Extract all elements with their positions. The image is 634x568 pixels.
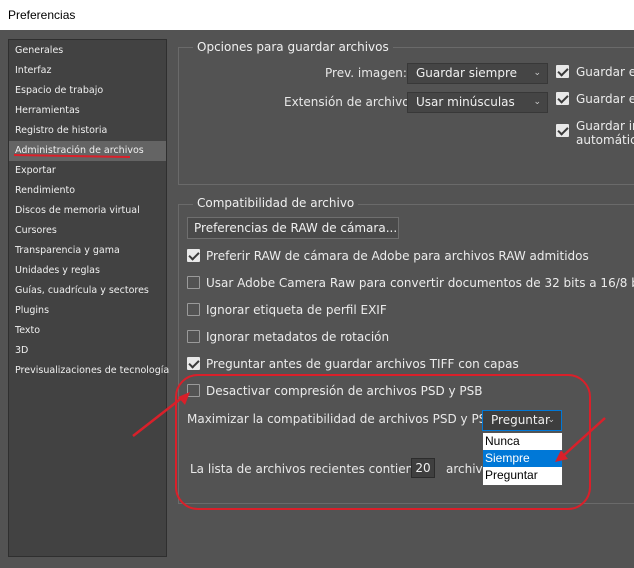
window-title: Preferencias [8, 8, 76, 22]
sidebar-item-espacio-de-trabajo[interactable]: Espacio de trabajo [9, 81, 166, 101]
ignore-exif-checkbox[interactable] [187, 303, 200, 316]
maximize-compat-select[interactable]: Preguntar ⌄ [482, 410, 562, 431]
dropdown-option-siempre[interactable]: Siempre [483, 450, 562, 467]
sidebar-item-plugins[interactable]: Plugins [9, 301, 166, 321]
file-extension-label: Extensión de archivo: [284, 95, 414, 109]
sidebar-item-rendimiento[interactable]: Rendimiento [9, 181, 166, 201]
ask-tiff-layers-label: Preguntar antes de guardar archivos TIFF… [206, 357, 519, 371]
sidebar-item-interfaz[interactable]: Interfaz [9, 61, 166, 81]
prefer-adobe-raw-label: Preferir RAW de cámara de Adobe para arc… [206, 249, 589, 263]
maximize-compat-label: Maximizar la compatibilidad de archivos … [187, 412, 499, 426]
sidebar-item-3d[interactable]: 3D [9, 341, 166, 361]
save-right-checkbox-3-label-line2: automática [576, 133, 634, 147]
sidebar-item-registro-de-historia[interactable]: Registro de historia [9, 121, 166, 141]
disable-psd-compression-label: Desactivar compresión de archivos PSD y … [206, 384, 483, 398]
sidebar: Generales Interfaz Espacio de trabajo He… [8, 39, 169, 557]
preview-image-value: Guardar siempre [416, 66, 518, 80]
file-extension-value: Usar minúsculas [416, 95, 515, 109]
sidebar-item-previsualizaciones[interactable]: Previsualizaciones de tecnología [9, 361, 169, 381]
save-right-checkbox-1[interactable] [556, 65, 569, 78]
chevron-down-icon: ⌄ [533, 68, 541, 78]
ask-tiff-layers-checkbox[interactable] [187, 357, 200, 370]
sidebar-item-transparencia-y-gama[interactable]: Transparencia y gama [9, 241, 166, 261]
sidebar-item-generales[interactable]: Generales [9, 41, 166, 61]
preview-image-label: Prev. imagen: [325, 66, 407, 80]
save-right-checkbox-1-label: Guardar en [576, 65, 634, 79]
title-bar: Preferencias [0, 0, 634, 30]
save-right-checkbox-3-label-line1: Guardar in [576, 119, 634, 133]
sidebar-item-cursores[interactable]: Cursores [9, 221, 166, 241]
sidebar-item-texto[interactable]: Texto [9, 321, 166, 341]
save-right-checkbox-2-label: Guardar en [576, 92, 634, 106]
file-extension-select[interactable]: Usar minúsculas ⌄ [407, 92, 548, 113]
recent-files-count-input[interactable]: 20 [411, 458, 435, 478]
sidebar-item-exportar[interactable]: Exportar [9, 161, 166, 181]
dropdown-option-nunca[interactable]: Nunca [483, 433, 562, 450]
chevron-down-icon: ⌄ [533, 97, 541, 107]
recent-files-suffix: archiv [446, 462, 483, 476]
use-camera-raw-32bit-label: Usar Adobe Camera Raw para convertir doc… [206, 276, 634, 290]
recent-files-label: La lista de archivos recientes contiene: [190, 462, 425, 476]
save-right-checkbox-2[interactable] [556, 92, 569, 105]
sidebar-item-discos-de-memoria-virtual[interactable]: Discos de memoria virtual [9, 201, 166, 221]
sidebar-item-administracion-de-archivos[interactable]: Administración de archivos [9, 141, 166, 161]
save-options-legend: Opciones para guardar archivos [193, 40, 393, 54]
disable-psd-compression-checkbox[interactable] [187, 384, 200, 397]
sidebar-item-unidades-y-reglas[interactable]: Unidades y reglas [9, 261, 166, 281]
maximize-compat-dropdown-list: Nunca Siempre Preguntar [482, 432, 563, 486]
prefer-adobe-raw-checkbox[interactable] [187, 249, 200, 262]
preview-image-select[interactable]: Guardar siempre ⌄ [407, 63, 548, 84]
camera-raw-preferences-button[interactable]: Preferencias de RAW de cámara... [187, 217, 399, 239]
ignore-rotation-label: Ignorar metadatos de rotación [206, 330, 390, 344]
save-right-checkbox-3[interactable] [556, 124, 569, 137]
ignore-exif-label: Ignorar etiqueta de perfil EXIF [206, 303, 387, 317]
maximize-compat-value: Preguntar [491, 413, 550, 427]
use-camera-raw-32bit-checkbox[interactable] [187, 276, 200, 289]
compatibility-legend: Compatibilidad de archivo [193, 196, 359, 210]
sidebar-item-herramientas[interactable]: Herramientas [9, 101, 166, 121]
chevron-down-icon: ⌄ [547, 415, 555, 425]
ignore-rotation-checkbox[interactable] [187, 330, 200, 343]
sidebar-item-guias-cuadricula-sectores[interactable]: Guías, cuadrícula y sectores [9, 281, 166, 301]
dropdown-option-preguntar[interactable]: Preguntar [483, 467, 562, 484]
